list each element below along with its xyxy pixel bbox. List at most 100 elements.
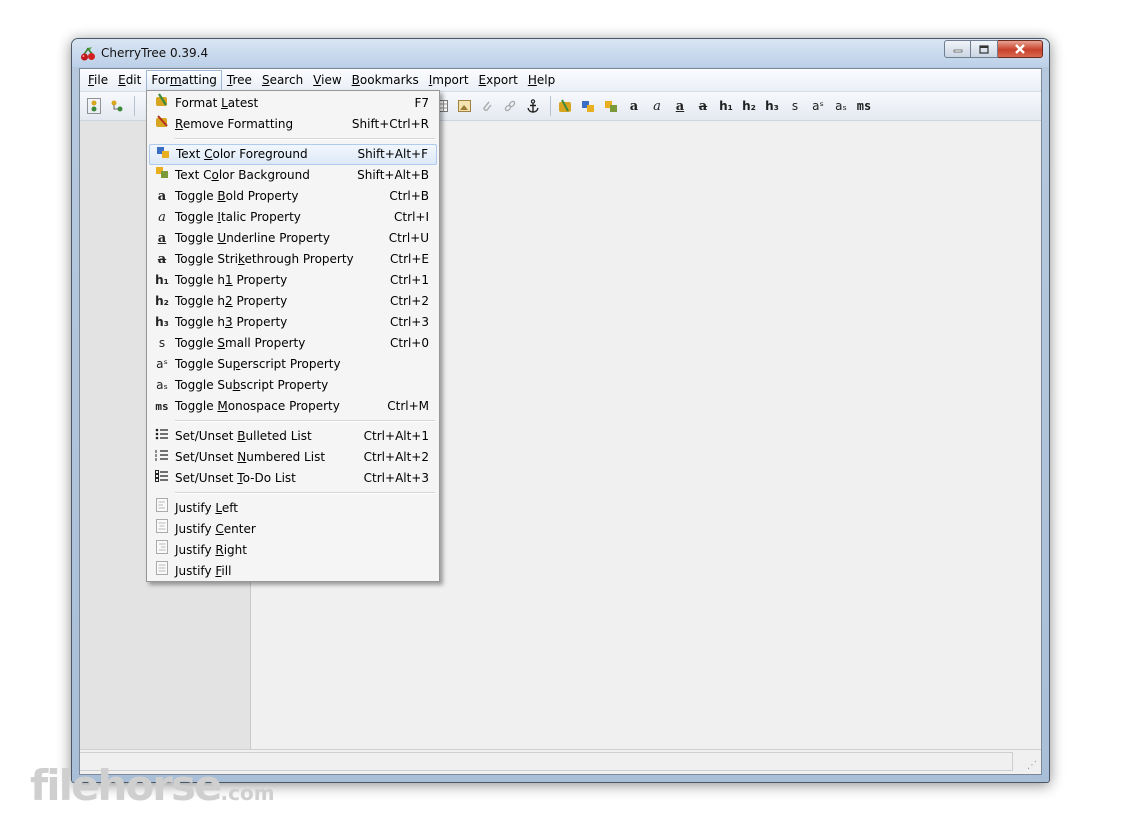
- superscript-icon: aˢ: [812, 99, 824, 113]
- menu-item-toggle-monospace[interactable]: ms Toggle Monospace Property Ctrl+M: [149, 396, 437, 417]
- small-icon: s: [791, 99, 799, 113]
- tb-underline-button[interactable]: a: [670, 95, 690, 117]
- tb-strikethrough-button[interactable]: a: [693, 95, 713, 117]
- menu-item-toggle-h1[interactable]: h₁ Toggle h1 Property Ctrl+1: [149, 270, 437, 291]
- menu-file[interactable]: File: [83, 70, 113, 90]
- menu-bookmarks[interactable]: Bookmarks: [347, 70, 424, 90]
- tb-add-subnode-button[interactable]: [107, 95, 127, 117]
- menu-label: dit: [125, 73, 142, 87]
- anchor-icon: [527, 98, 539, 113]
- maximize-button[interactable]: [971, 40, 998, 58]
- menu-item-toggle-underline[interactable]: a Toggle Underline Property Ctrl+U: [149, 228, 437, 249]
- tb-bg-color-button[interactable]: [601, 95, 621, 117]
- menu-formatting[interactable]: Formatting: [146, 69, 222, 91]
- menu-item-accel: o: [211, 168, 219, 182]
- tb-fg-color-button[interactable]: [578, 95, 598, 117]
- link-icon: [504, 100, 516, 112]
- menu-item-toggle-small[interactable]: s Toggle Small Property Ctrl+0: [149, 333, 437, 354]
- menu-item-toggle-h2[interactable]: h₂ Toggle h2 Property Ctrl+2: [149, 291, 437, 312]
- italic-icon: a: [653, 98, 661, 114]
- menu-item-label: ight: [223, 543, 247, 557]
- menu-item-label: Justify: [175, 501, 216, 515]
- menu-label: earch: [269, 73, 304, 87]
- menu-item-toggle-superscript[interactable]: aˢ Toggle Superscript Property: [149, 354, 437, 375]
- menu-item-label: Toggle: [175, 189, 218, 203]
- menu-item-label: Justify: [175, 543, 216, 557]
- tb-format-latest-button[interactable]: [555, 95, 575, 117]
- bold-icon: a: [157, 189, 167, 204]
- menu-item-justify-fill[interactable]: Justify Fill: [149, 561, 437, 582]
- menu-item-label: nderline Property: [226, 231, 330, 245]
- menu-item-accel: R: [215, 543, 224, 557]
- menu-item-label: Toggle: [175, 210, 218, 224]
- menu-item-todo-list[interactable]: Set/Unset To-Do List Ctrl+Alt+3: [149, 468, 437, 489]
- tb-italic-button[interactable]: a: [647, 95, 667, 117]
- menu-item-label: Property: [232, 273, 288, 287]
- menu-label: ile: [94, 73, 109, 87]
- menu-item-bulleted-list[interactable]: Set/Unset Bulleted List Ctrl+Alt+1: [149, 426, 437, 447]
- close-button[interactable]: [998, 40, 1043, 58]
- menu-item-shortcut: Shift+Alt+F: [357, 147, 428, 161]
- tb-subscript-button[interactable]: aₛ: [831, 95, 851, 117]
- text-color-background-icon: [605, 101, 617, 112]
- text-color-background-icon: [153, 165, 171, 186]
- menu-import[interactable]: Import: [424, 70, 474, 90]
- h1-icon: h₁: [719, 99, 733, 113]
- menu-item-text-color-foreground[interactable]: Text Color Foreground Shift+Alt+F: [149, 144, 437, 165]
- menu-item-toggle-bold[interactable]: a Toggle Bold Property Ctrl+B: [149, 186, 437, 207]
- menu-item-label: mall Property: [225, 336, 306, 350]
- menu-item-justify-center[interactable]: Justify Center: [149, 519, 437, 540]
- tb-h3-button[interactable]: h₃: [762, 95, 782, 117]
- tb-insert-link-button[interactable]: [500, 95, 520, 117]
- resize-grip-icon[interactable]: ⋰: [1027, 760, 1037, 771]
- tb-monospace-button[interactable]: ms: [854, 95, 874, 117]
- tb-insert-image-button[interactable]: [454, 95, 474, 117]
- menu-label: ree: [232, 73, 252, 87]
- menu-item-label: script Property: [240, 378, 329, 392]
- justify-fill-icon: [153, 561, 171, 582]
- tb-h2-button[interactable]: h₂: [739, 95, 759, 117]
- toolbar-separator: [134, 96, 135, 116]
- menu-accel: S: [261, 73, 270, 87]
- tb-insert-anchor-button[interactable]: [523, 95, 543, 117]
- menu-item-shortcut: Ctrl+Alt+3: [363, 471, 429, 485]
- menu-search[interactable]: Search: [257, 70, 308, 90]
- menu-label: elp: [536, 73, 556, 87]
- menu-item-toggle-strikethrough[interactable]: a Toggle Strikethrough Property Ctrl+E: [149, 249, 437, 270]
- tb-attach-file-button[interactable]: [477, 95, 497, 117]
- tb-superscript-button[interactable]: aˢ: [808, 95, 828, 117]
- menu-edit[interactable]: Edit: [113, 70, 146, 90]
- formatting-menu: Format Latest F7 Remove Formatting Shift…: [146, 90, 440, 582]
- h1-icon: h₁: [155, 273, 169, 287]
- tb-h1-button[interactable]: h₁: [716, 95, 736, 117]
- menu-export[interactable]: Export: [474, 70, 523, 90]
- menu-item-accel: 1: [225, 273, 233, 287]
- justify-right-icon: [153, 540, 171, 561]
- menu-item-shortcut: Ctrl+1: [389, 273, 429, 287]
- menu-item-toggle-h3[interactable]: h₃ Toggle h3 Property Ctrl+3: [149, 312, 437, 333]
- menu-item-toggle-subscript[interactable]: aₛ Toggle Subscript Property: [149, 375, 437, 396]
- menu-item-numbered-list[interactable]: Set/Unset Numbered List Ctrl+Alt+2: [149, 447, 437, 468]
- menu-item-justify-right[interactable]: Justify Right: [149, 540, 437, 561]
- format-latest-icon: [559, 99, 571, 112]
- menu-item-remove-formatting[interactable]: Remove Formatting Shift+Ctrl+R: [149, 114, 437, 135]
- tb-small-button[interactable]: s: [785, 95, 805, 117]
- menu-item-justify-left[interactable]: Justify Left: [149, 498, 437, 519]
- title-bar[interactable]: CherryTree 0.39.4: [72, 39, 1049, 67]
- menu-item-accel: B: [217, 189, 226, 203]
- minimize-button[interactable]: [944, 40, 971, 58]
- tb-bold-button[interactable]: a: [624, 95, 644, 117]
- menu-item-label: talic Property: [220, 210, 301, 224]
- menu-tree[interactable]: Tree: [222, 70, 257, 90]
- menu-item-format-latest[interactable]: Format Latest F7: [149, 93, 437, 114]
- menu-help[interactable]: Help: [523, 70, 560, 90]
- menu-label: iew: [321, 73, 342, 87]
- tb-add-node-button[interactable]: [84, 95, 104, 117]
- menu-item-text-color-background[interactable]: Text Color Background Shift+Alt+B: [149, 165, 437, 186]
- menu-item-label: Toggle h: [175, 273, 226, 287]
- menu-item-label: o-Do List: [242, 471, 296, 485]
- menu-accel: m: [169, 72, 182, 87]
- menu-view[interactable]: View: [308, 70, 346, 90]
- justify-left-icon: [153, 498, 171, 519]
- menu-item-toggle-italic[interactable]: a Toggle Italic Property Ctrl+I: [149, 207, 437, 228]
